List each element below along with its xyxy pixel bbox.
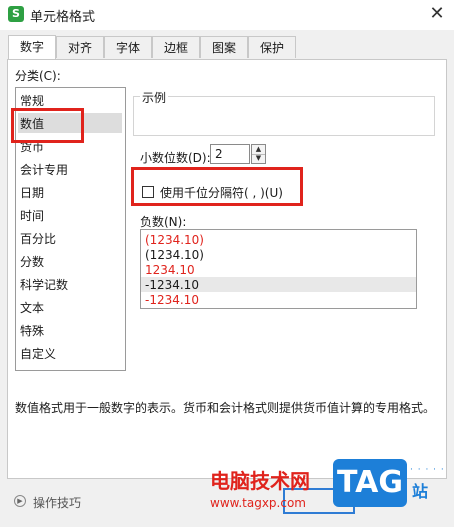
example-box [133, 96, 435, 136]
tab-number[interactable]: 数字 [8, 35, 56, 60]
highlight-box-category [11, 108, 84, 143]
play-icon[interactable]: ▶ [14, 495, 26, 507]
window-title: 单元格格式 [30, 10, 96, 25]
example-label: 示例 [140, 89, 169, 106]
category-item-scientific[interactable]: 科学记数 [20, 275, 68, 295]
category-item-special[interactable]: 特殊 [20, 321, 44, 341]
watermark-site-name: 电脑技术网 [210, 469, 310, 493]
negative-numbers-label: 负数(N): [140, 215, 187, 229]
category-item-fraction[interactable]: 分数 [20, 252, 44, 272]
watermark-tag-logo: TAG [333, 459, 407, 507]
tab-alignment[interactable]: 对齐 [56, 36, 104, 58]
category-item-percentage[interactable]: 百分比 [20, 229, 56, 249]
negative-item[interactable]: (1234.10) [145, 232, 204, 248]
tips-link[interactable]: 操作技巧 [33, 494, 81, 511]
category-item-time[interactable]: 时间 [20, 206, 44, 226]
watermark-url: www.tagxp.com [210, 496, 306, 510]
negative-item[interactable]: -1234.10 [145, 277, 199, 293]
app-icon: S [8, 6, 24, 22]
category-item-date[interactable]: 日期 [20, 183, 44, 203]
highlight-box-checkbox [131, 167, 303, 206]
category-item-custom[interactable]: 自定义 [20, 344, 56, 364]
decimal-places-spinner[interactable]: ▲ ▼ [251, 144, 266, 164]
tab-border[interactable]: 边框 [152, 36, 200, 58]
category-item-text[interactable]: 文本 [20, 298, 44, 318]
watermark-zhan: 站 [412, 482, 429, 501]
tab-protection[interactable]: 保护 [248, 36, 296, 58]
decimal-places-label: 小数位数(D): [140, 151, 211, 165]
negative-item[interactable]: 1234.10 [145, 262, 195, 278]
negative-item[interactable]: (1234.10) [145, 247, 204, 263]
tab-font[interactable]: 字体 [104, 36, 152, 58]
tab-pattern[interactable]: 图案 [200, 36, 248, 58]
watermark-dots: · · · · · [410, 465, 445, 475]
spin-down-icon[interactable]: ▼ [252, 154, 265, 163]
format-description: 数值格式用于一般数字的表示。货币和会计格式则提供货币值计算的专用格式。 [15, 401, 436, 415]
category-item-accounting[interactable]: 会计专用 [20, 160, 68, 180]
category-label: 分类(C): [15, 69, 61, 83]
decimal-places-input[interactable]: 2 [210, 144, 250, 164]
negative-item[interactable]: -1234.10 [145, 292, 199, 308]
close-icon[interactable]: ✕ [426, 3, 448, 25]
